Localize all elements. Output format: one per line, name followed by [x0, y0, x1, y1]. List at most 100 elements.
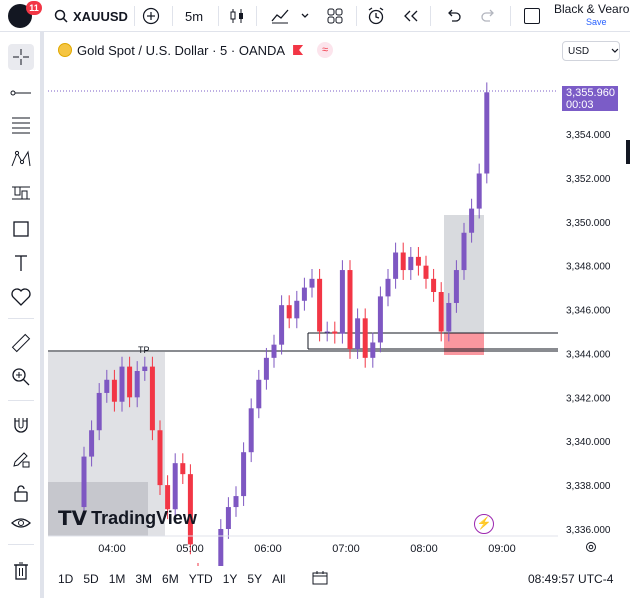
measure-tool[interactable]: [8, 330, 34, 356]
rectangle-icon: [13, 221, 29, 237]
timeframe-all[interactable]: All: [272, 572, 285, 586]
bottom-toolbar: 1D 5D 1M 3M 6M YTD 1Y 5Y All 08:49:57 UTC-4: [48, 566, 630, 592]
scroll-right-button[interactable]: [626, 140, 630, 164]
indicators-button[interactable]: [270, 0, 290, 32]
undo-button[interactable]: [446, 0, 462, 32]
bar-countdown: 00:03: [566, 99, 594, 111]
favorites-tool[interactable]: [8, 284, 34, 310]
candle-body: [423, 265, 429, 279]
candle-body: [134, 371, 140, 398]
candle-body: [355, 318, 361, 350]
forecast-icon: [12, 186, 30, 200]
date-range-button[interactable]: [311, 570, 329, 589]
candle-body: [180, 463, 186, 475]
shapes-tool[interactable]: [8, 216, 34, 242]
candle-body: [332, 331, 338, 334]
layout-name: Black & Vearo: [554, 2, 630, 16]
search-icon: [54, 9, 68, 23]
interval-button[interactable]: 5m: [185, 0, 203, 32]
candle-body: [362, 318, 368, 358]
candle-body: [111, 379, 117, 402]
candles-icon: [230, 9, 243, 23]
magnet-icon: [14, 418, 28, 433]
symbol-search[interactable]: XAUUSD: [54, 0, 128, 32]
pattern-tool[interactable]: [8, 146, 34, 172]
magnet-tool[interactable]: [8, 412, 34, 438]
candle-body: [324, 331, 330, 333]
timeframe-6m[interactable]: 6M: [162, 572, 179, 586]
pencil-lock-icon: [13, 452, 30, 468]
grid-icon: [327, 8, 343, 24]
fib-tool[interactable]: [8, 112, 34, 138]
candle-body: [104, 379, 110, 393]
text-icon: [15, 255, 27, 271]
timeframe-3m[interactable]: 3M: [135, 572, 152, 586]
candle-body: [377, 296, 383, 343]
candle-body: [393, 252, 399, 279]
save-link[interactable]: Save: [586, 16, 607, 29]
lightning-icon[interactable]: ⚡: [474, 514, 494, 534]
text-tool[interactable]: [8, 250, 34, 276]
price-chart[interactable]: TP 3,354.000 3,352.000 3,350.000 3,348.000 3…: [48, 32, 630, 566]
layout-checkbox[interactable]: [524, 0, 540, 32]
gear-icon: [586, 542, 596, 552]
candle-body: [127, 366, 133, 398]
timeframe-5y[interactable]: 5Y: [247, 572, 262, 586]
clock-label[interactable]: 08:49:57 UTC-4: [528, 572, 613, 586]
timeframe-5d[interactable]: 5D: [83, 572, 98, 586]
candle-body: [142, 366, 148, 371]
zoom-tool[interactable]: [8, 364, 34, 390]
forecast-tool[interactable]: [8, 180, 34, 206]
price-tick-label: 3,354.000: [566, 130, 611, 141]
redo-button[interactable]: [480, 0, 496, 32]
chevron-down-icon: [611, 48, 619, 53]
symbol-title: Gold Spot / U.S. Dollar · 5 · OANDA: [77, 42, 286, 58]
candle-body: [317, 278, 323, 332]
visibility-tool[interactable]: [8, 510, 34, 536]
chart-legend[interactable]: Gold Spot / U.S. Dollar · 5 · OANDA ≈: [58, 40, 334, 60]
timeframe-1m[interactable]: 1M: [109, 572, 126, 586]
alert-button[interactable]: [366, 0, 386, 32]
gold-icon: [58, 43, 72, 57]
crosshair-icon: [13, 49, 29, 65]
drawing-mode-tool[interactable]: [8, 446, 34, 472]
templates-button[interactable]: [326, 0, 344, 32]
last-price-badge: 3,355.960 00:03: [562, 86, 618, 111]
candle-body: [339, 270, 345, 334]
candle-body: [438, 292, 444, 332]
candle-body: [233, 496, 239, 508]
timeframe-ytd[interactable]: YTD: [189, 572, 213, 586]
tradingview-logo: 𝗧𝗩 TradingView: [58, 506, 197, 531]
candle-body: [453, 270, 459, 303]
time-tick-label: 05:00: [176, 543, 204, 555]
candle-body: [309, 278, 315, 288]
currency-select[interactable]: USD: [562, 41, 620, 61]
candle-body: [172, 463, 178, 510]
candle-body: [476, 173, 482, 209]
ruler-icon: [11, 333, 31, 353]
currency-label: USD: [568, 45, 590, 57]
timeframe-1d[interactable]: 1D: [58, 572, 73, 586]
timeframe-buttons: 1D 5D 1M 3M 6M YTD 1Y 5Y All: [48, 572, 285, 586]
axis-settings-button[interactable]: [584, 540, 598, 559]
layout-menu[interactable]: Black & Vearo Save: [554, 0, 629, 32]
indicators-icon: [271, 9, 289, 24]
notification-badge: 11: [26, 1, 42, 15]
price-tick-label: 3,350.000: [566, 218, 611, 229]
candle-body: [81, 456, 87, 508]
compare-button[interactable]: [142, 0, 160, 32]
indicators-dropdown[interactable]: [300, 0, 310, 32]
delete-tool[interactable]: [8, 558, 34, 584]
candle-body: [271, 344, 277, 358]
trend-line-tool[interactable]: [8, 80, 34, 106]
approx-icon[interactable]: ≈: [317, 42, 334, 58]
crosshair-tool[interactable]: [8, 44, 34, 70]
chart-type-button[interactable]: [228, 0, 246, 32]
line-icon: [10, 90, 31, 96]
lock-tool[interactable]: [8, 480, 34, 506]
replay-button[interactable]: [402, 0, 420, 32]
candle-body: [347, 270, 353, 350]
candle-body: [157, 430, 163, 486]
timeframe-1y[interactable]: 1Y: [223, 572, 238, 586]
candle-body: [461, 232, 467, 271]
